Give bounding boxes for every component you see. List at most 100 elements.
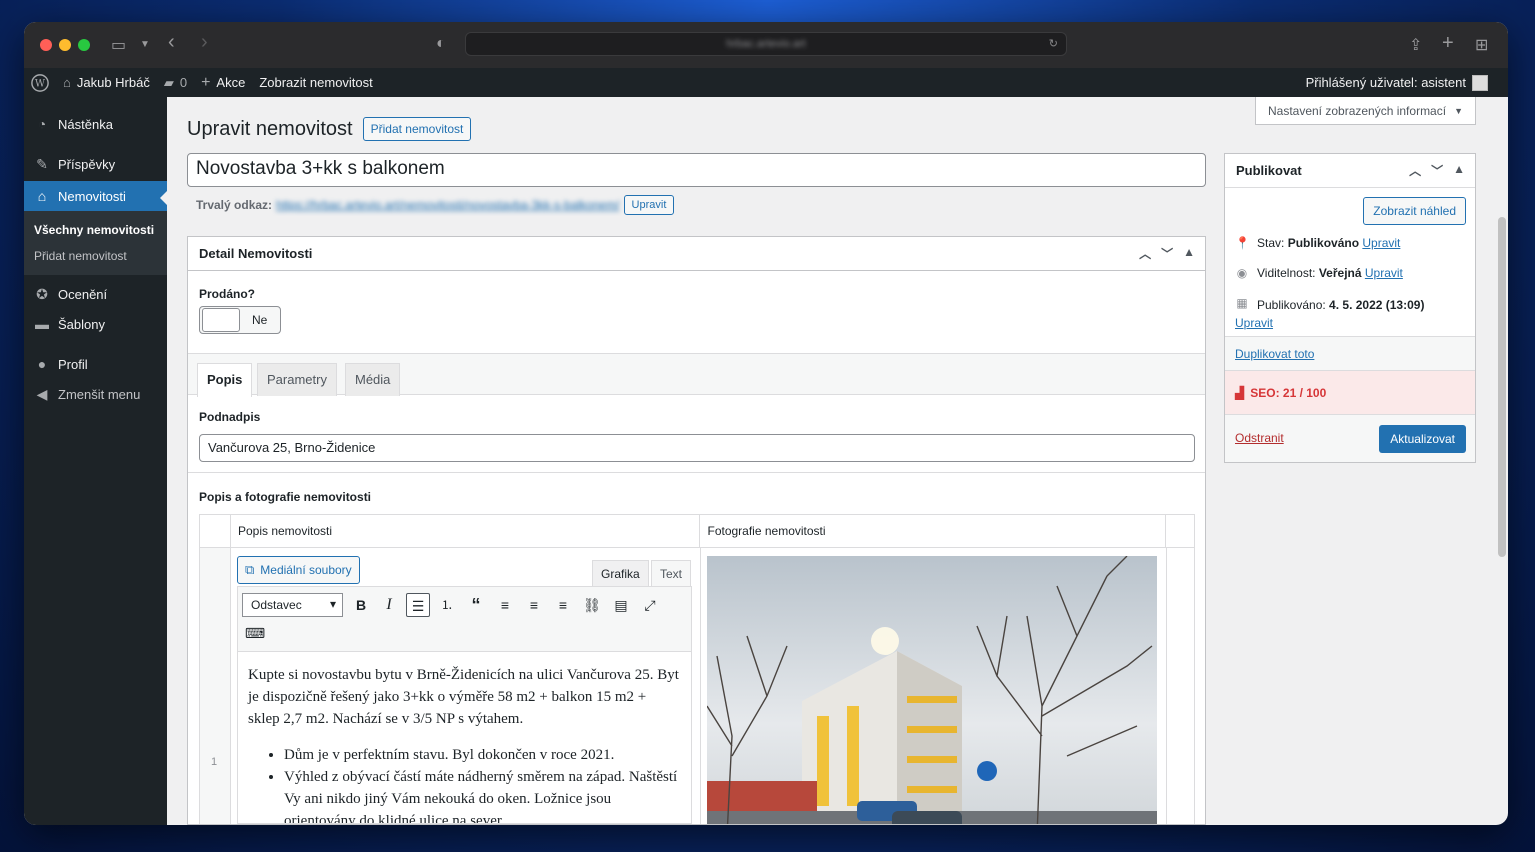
numbered-list-icon[interactable]: ⒈ <box>435 593 459 617</box>
toolbar-toggle-icon[interactable]: ⌨ <box>243 621 267 645</box>
move-up-icon[interactable]: ︿ <box>1409 162 1421 179</box>
italic-icon[interactable]: I <box>377 593 401 617</box>
column-header-photo: Fotografie nemovitosti <box>699 515 1165 547</box>
description-list: Dům je v perfektním stavu. Byl dokončen … <box>248 744 681 823</box>
property-detail-box: Detail Nemovitosti ︿ ﹀ ▲ Prodáno? Ne Pop… <box>187 236 1206 825</box>
plus-icon: + <box>201 73 211 91</box>
align-center-icon[interactable]: ≡ <box>522 593 546 617</box>
tab-text[interactable]: Text <box>651 560 692 587</box>
status-label: Stav: <box>1257 236 1288 250</box>
editor-content[interactable]: Kupte si novostavbu bytu v Brně-Židenicí… <box>237 652 692 824</box>
chevron-down-icon[interactable]: ▼ <box>140 39 150 50</box>
page-scrollbar[interactable] <box>1498 217 1506 557</box>
sidebar-item-dashboard[interactable]: ◔ Nástěnka <box>24 107 167 141</box>
format-select[interactable]: Odstavec <box>242 593 343 617</box>
edit-permalink-button[interactable]: Upravit <box>623 195 675 215</box>
tab-description[interactable]: Popis <box>197 363 253 397</box>
divider <box>700 548 701 824</box>
add-media-label: Mediální soubory <box>260 563 352 577</box>
sidebar-item-properties[interactable]: ⌂ Nemovitosti <box>24 181 167 211</box>
collapse-menu-button[interactable]: ◀ Zmenšit menu <box>24 379 167 409</box>
wordpress-logo-icon[interactable]: W <box>31 73 49 92</box>
property-photo[interactable] <box>707 556 1157 824</box>
preview-button[interactable]: Zobrazit náhled <box>1363 197 1466 225</box>
screen-options-button[interactable]: Nastavení zobrazených informací ▼ <box>1254 97 1476 125</box>
admin-sidebar: ◔ Nástěnka ✎ Příspěvky ⌂ Nemovitosti Vše… <box>24 97 167 825</box>
submenu-add-property[interactable]: Přidat nemovitost <box>24 243 167 269</box>
new-tab-icon[interactable]: + <box>1442 32 1454 55</box>
publish-title: Publikovat <box>1236 163 1302 178</box>
house-icon: ⌂ <box>37 188 47 204</box>
tab-parameters[interactable]: Parametry <box>257 363 337 396</box>
bullet-list-icon[interactable]: ☰ <box>406 593 430 617</box>
zoom-window-button[interactable] <box>78 39 90 51</box>
new-content-link[interactable]: + Akce <box>201 74 245 92</box>
read-more-icon[interactable]: ▤ <box>609 593 633 617</box>
tab-media[interactable]: Média <box>345 363 401 396</box>
trash-link[interactable]: Odstranit <box>1235 431 1284 445</box>
move-up-icon[interactable]: ︿ <box>1139 245 1151 262</box>
row-actions-header <box>1165 515 1194 547</box>
row-number: 1 <box>211 756 218 768</box>
sidebar-item-label: Nemovitosti <box>58 188 126 204</box>
sold-toggle[interactable]: Ne <box>199 306 281 334</box>
sold-label: Prodáno? <box>199 287 255 301</box>
building-photo-image <box>707 556 1157 824</box>
wp-admin-bar: W ⌂ Jakub Hrbáč ▰ 0 + Akce Zobrazit nemo… <box>24 68 1508 97</box>
reload-icon[interactable]: ↻ <box>1049 33 1058 55</box>
subtitle-label: Podnadpis <box>199 410 261 424</box>
user-icon: ● <box>37 356 47 372</box>
sidebar-item-posts[interactable]: ✎ Příspěvky <box>24 147 167 181</box>
view-property-link[interactable]: Zobrazit nemovitost <box>259 75 372 90</box>
submenu-all-properties[interactable]: Všechny nemovitosti <box>24 217 167 243</box>
row-handle[interactable] <box>200 548 230 824</box>
published-value: 4. 5. 2022 (13:09) <box>1329 298 1425 312</box>
sidebar-item-profile[interactable]: ● Profil <box>24 349 167 379</box>
sidebar-toggle-icon[interactable]: ▭ <box>111 35 126 55</box>
align-left-icon[interactable]: ≡ <box>493 593 517 617</box>
add-property-button[interactable]: Přidat nemovitost <box>362 117 472 141</box>
minimize-window-button[interactable] <box>59 39 71 51</box>
move-down-icon[interactable]: ﹀ <box>1431 162 1443 179</box>
share-icon[interactable]: ⇪ <box>1409 35 1422 55</box>
tab-overview-icon[interactable]: ⊞ <box>1475 35 1488 55</box>
comments-link[interactable]: ▰ 0 <box>164 75 187 91</box>
collapse-box-icon[interactable]: ▲ <box>1453 162 1465 179</box>
edit-visibility-link[interactable]: Upravit <box>1365 266 1403 280</box>
duplicate-link[interactable]: Duplikovat toto <box>1235 347 1314 361</box>
duplicate-row: Duplikovat toto <box>1225 336 1475 371</box>
browser-toolbar: ▭ ▼ ‹ › ◐ hrbac.artevio.art ↻ ⇪ + ⊞ <box>24 22 1508 68</box>
bold-icon[interactable]: B <box>349 593 373 617</box>
update-button[interactable]: Aktualizovat <box>1379 425 1466 453</box>
permalink-row: Trvalý odkaz: https://hrbac.artevio.art/… <box>196 195 675 215</box>
forward-icon[interactable]: › <box>201 31 208 54</box>
subtitle-input[interactable]: Vančurova 25, Brno-Židenice <box>199 434 1195 462</box>
my-account[interactable]: Přihlášený uživatel: asistent <box>1306 68 1488 97</box>
properties-submenu: Všechny nemovitosti Přidat nemovitost <box>24 211 167 275</box>
edit-status-link[interactable]: Upravit <box>1362 236 1400 250</box>
address-bar[interactable]: hrbac.artevio.art ↻ <box>465 32 1067 56</box>
award-icon: ✪ <box>36 285 48 302</box>
close-window-button[interactable] <box>40 39 52 51</box>
link-icon[interactable]: ⛓ <box>580 593 604 617</box>
sidebar-item-templates[interactable]: ▬ Šablony <box>24 309 167 339</box>
edit-date-link[interactable]: Upravit <box>1235 316 1273 330</box>
collapse-box-icon[interactable]: ▲ <box>1183 245 1195 262</box>
post-title-input[interactable]: Novostavba 3+kk s balkonem <box>187 153 1206 187</box>
row-handle-header <box>200 515 230 547</box>
permalink-link[interactable]: https://hrbac.artevio.art/nemovitosti/no… <box>276 198 620 212</box>
site-name-link[interactable]: ⌂ Jakub Hrbáč <box>63 75 150 90</box>
back-icon[interactable]: ‹ <box>168 31 175 54</box>
collapse-icon: ◀ <box>36 385 48 402</box>
fullscreen-icon[interactable]: ⤢ <box>638 593 662 617</box>
align-right-icon[interactable]: ≡ <box>551 593 575 617</box>
add-media-button[interactable]: ⧉ Mediální soubory <box>237 556 360 584</box>
tab-visual[interactable]: Grafika <box>592 560 649 588</box>
move-down-icon[interactable]: ﹀ <box>1161 245 1173 262</box>
list-item: Výhled z obývací částí máte nádherný smě… <box>284 766 681 823</box>
main-content: Nastavení zobrazených informací ▼ Upravi… <box>167 97 1508 825</box>
shield-icon[interactable]: ◐ <box>436 35 446 53</box>
column-header-description: Popis nemovitosti <box>229 515 700 547</box>
blockquote-icon[interactable]: “ <box>464 593 488 617</box>
sidebar-item-valuation[interactable]: ✪ Ocenění <box>24 279 167 309</box>
